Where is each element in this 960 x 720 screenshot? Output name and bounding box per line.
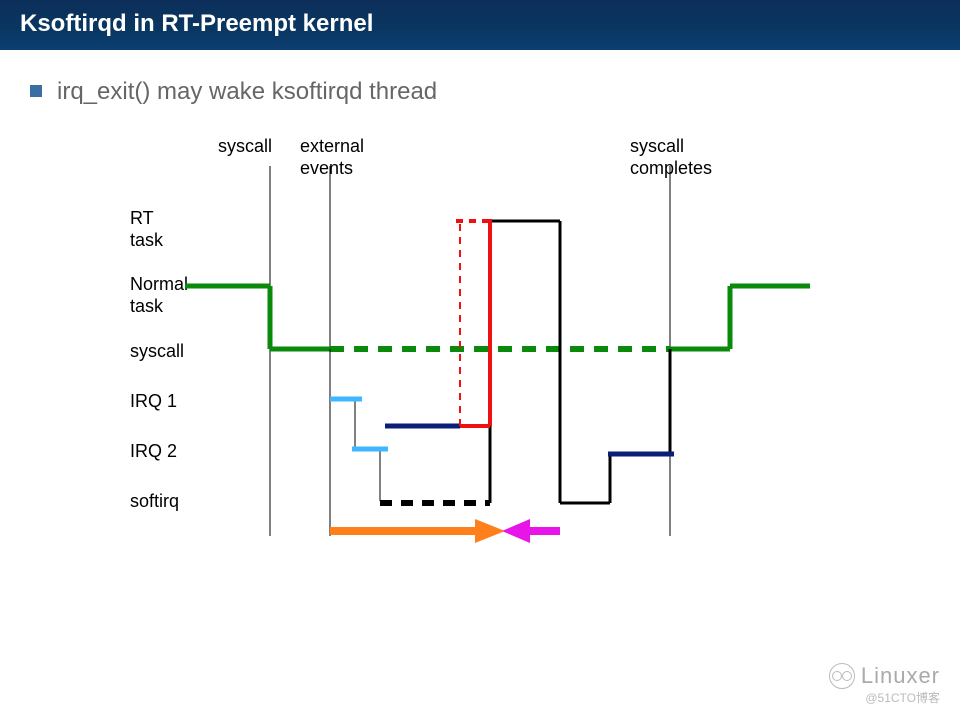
bullet-row: irq_exit() may wake ksoftirqd thread bbox=[30, 78, 930, 106]
diagram-svg bbox=[130, 136, 830, 576]
watermark-name: Linuxer bbox=[861, 663, 940, 689]
trace-rt-red bbox=[456, 219, 492, 426]
trace-normal-green bbox=[185, 286, 810, 349]
wechat-icon bbox=[829, 663, 855, 689]
arrow-magenta bbox=[502, 519, 560, 543]
watermark-sub: @51CTO博客 bbox=[829, 689, 940, 706]
arrow-orange bbox=[330, 519, 505, 543]
page-title: Ksoftirqd in RT-Preempt kernel bbox=[20, 10, 373, 37]
trace-irq-blue bbox=[330, 399, 388, 449]
trace-black bbox=[330, 221, 670, 503]
slide-body: irq_exit() may wake ksoftirqd thread sys… bbox=[0, 50, 960, 576]
title-bar: Ksoftirqd in RT-Preempt kernel bbox=[0, 0, 960, 50]
timing-diagram: syscall externalevents syscallcompletes … bbox=[130, 136, 830, 576]
trace-navy bbox=[385, 426, 674, 454]
bullet-square-icon bbox=[30, 85, 42, 97]
bullet-text: irq_exit() may wake ksoftirqd thread bbox=[57, 78, 437, 106]
watermark: Linuxer @51CTO博客 bbox=[829, 663, 940, 706]
